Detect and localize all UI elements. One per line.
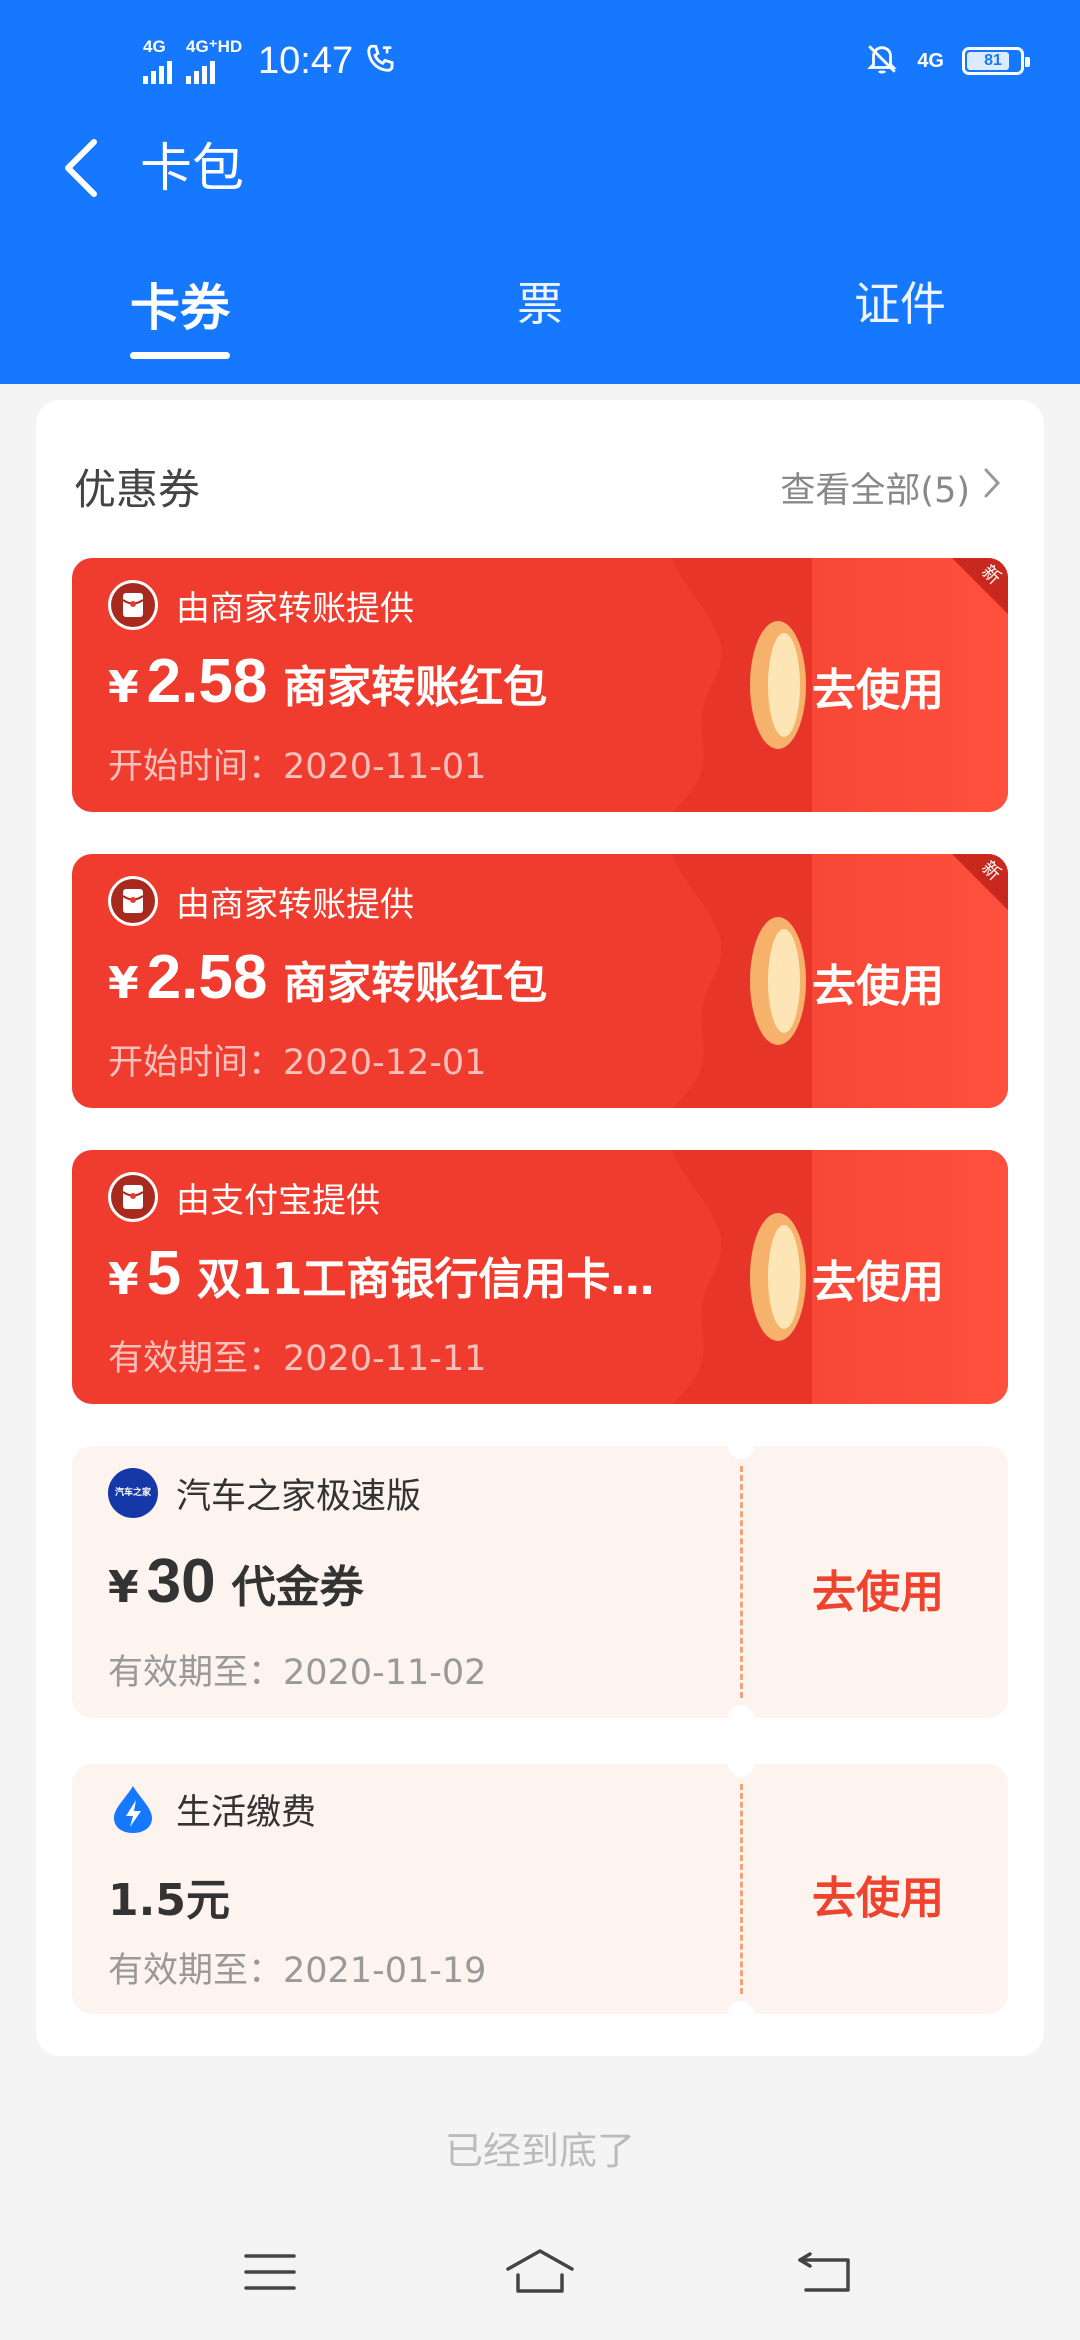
coupon-card[interactable]: 由商家转账提供 ¥ 2.58 商家转账红包 开始时间：2020-11-01 去使… [72, 558, 1008, 812]
coupon-divider-curve [672, 854, 812, 1108]
status-bar: 4G 4G⁺HD 10:47 4G 81 [0, 0, 1080, 120]
signal-1-icon: 4G [143, 38, 172, 84]
coupon-amount: 5 [146, 1239, 182, 1308]
coupon-provider: 汽车之家极速版 [176, 1476, 422, 1517]
page-title: 卡包 [140, 139, 245, 199]
coupon-date: 有效期至：2021-01-19 [108, 1951, 487, 1991]
tab-ids[interactable]: 证件 [800, 268, 1000, 348]
coupon-amount: 2.58 [146, 647, 268, 716]
coupon-card[interactable]: 由商家转账提供 ¥ 2.58 商家转账红包 开始时间：2020-12-01 去使… [72, 854, 1008, 1108]
menu-icon [244, 2252, 296, 2296]
coupon-provider: 由商家转账提供 [176, 884, 414, 925]
back-nav-button[interactable] [784, 2244, 864, 2304]
tab-cards[interactable]: 卡券 [80, 268, 280, 348]
coupon-date: 开始时间：2020-11-01 [108, 747, 487, 787]
battery-icon: 81 [962, 47, 1030, 75]
coupon-divider-curve [672, 558, 812, 812]
coupon-provider: 生活缴费 [176, 1792, 317, 1833]
coupon-date: 开始时间：2020-12-01 [108, 1043, 487, 1083]
chevron-right-icon [982, 466, 1002, 509]
coupon-amount: 2.58 [146, 943, 268, 1012]
coupon-divider-curve [672, 1150, 812, 1404]
coupon-date: 有效期至：2020-11-02 [108, 1653, 487, 1693]
system-nav-bar [0, 2200, 1080, 2340]
coupon-date: 有效期至：2020-11-11 [108, 1339, 487, 1379]
phone-call-icon [363, 42, 397, 80]
coupon-divider [740, 1466, 743, 1698]
network-type-icon: 4G [917, 49, 944, 72]
home-button[interactable] [500, 2244, 580, 2304]
back-button[interactable] [40, 128, 120, 212]
coupon-name: 代金券 [231, 1562, 364, 1613]
mute-bell-icon [865, 41, 899, 81]
coupon-name: 商家转账红包 [283, 662, 548, 713]
coupon-card[interactable]: 由支付宝提供 ¥ 5 双11工商银行信用卡… 有效期至：2020-11-11 去… [72, 1150, 1008, 1404]
section-title: 优惠券 [74, 465, 201, 514]
coupon-card[interactable]: 生活缴费 1.5元 有效期至：2021-01-19 去使用 [72, 1764, 1008, 2014]
view-all-label: 查看全部(5) [780, 471, 970, 511]
coupon-name: 双11工商银行信用卡… [197, 1254, 655, 1305]
end-of-list-text: 已经到底了 [444, 2129, 635, 2173]
use-button[interactable]: 去使用 [812, 1556, 944, 1620]
return-icon [796, 2250, 852, 2298]
lightning-drop-icon [108, 1784, 158, 1834]
currency-symbol: ¥ [108, 1562, 139, 1613]
coupon-name: 商家转账红包 [283, 958, 548, 1009]
use-button[interactable]: 去使用 [812, 1246, 944, 1310]
signal-2-icon: 4G⁺HD [186, 38, 242, 84]
view-all-link[interactable]: 查看全部(5) [780, 462, 1002, 513]
coupon-amount: 1.5元 [108, 1875, 230, 1926]
coupon-card[interactable]: 汽车之家 汽车之家极速版 ¥ 30 代金券 有效期至：2020-11-02 去使… [72, 1446, 1008, 1718]
use-button[interactable]: 去使用 [812, 950, 944, 1014]
red-packet-icon [108, 1172, 158, 1222]
use-button[interactable]: 去使用 [812, 654, 944, 718]
autohome-logo-icon: 汽车之家 [108, 1468, 158, 1518]
currency-symbol: ¥ [108, 1254, 139, 1305]
use-button[interactable]: 去使用 [812, 1862, 944, 1926]
coupon-amount: 30 [146, 1547, 216, 1616]
currency-symbol: ¥ [108, 662, 139, 713]
menu-button[interactable] [230, 2244, 310, 2304]
active-tab-indicator [130, 352, 230, 359]
app-header: 4G 4G⁺HD 10:47 4G 81 卡包 卡券 票 证件 [0, 0, 1080, 384]
chevron-left-icon [58, 136, 102, 204]
clock: 10:47 [258, 39, 354, 82]
coupon-divider [740, 1784, 743, 1994]
red-packet-icon [108, 876, 158, 926]
currency-symbol: ¥ [108, 958, 139, 1009]
coupon-provider: 由支付宝提供 [176, 1180, 380, 1221]
tab-tickets[interactable]: 票 [440, 268, 640, 348]
tab-bar: 卡券 票 证件 [0, 250, 1080, 370]
nav-bar: 卡包 [0, 120, 1080, 220]
home-icon [504, 2247, 576, 2301]
coupon-provider: 由商家转账提供 [176, 588, 414, 629]
new-badge: 新 [952, 854, 1008, 910]
new-badge: 新 [952, 558, 1008, 614]
red-packet-icon [108, 580, 158, 630]
